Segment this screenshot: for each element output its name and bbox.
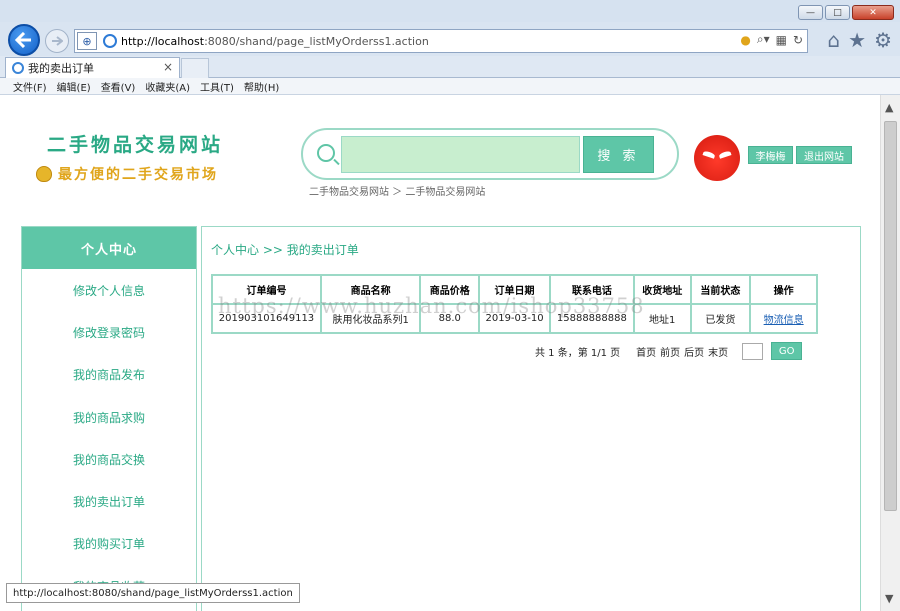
cell-address: 地址1	[632, 303, 692, 334]
sidebar-item-edit-profile[interactable]: 修改个人信息	[22, 269, 196, 311]
search-icon	[317, 144, 335, 162]
address-bar[interactable]: ⊕ http://localhost:8080/shand/page_listM…	[74, 29, 808, 53]
minimize-button[interactable]: —	[798, 5, 823, 20]
pager-last[interactable]: 末页	[708, 344, 728, 359]
pager-prev[interactable]: 前页	[660, 344, 680, 359]
menu-favorites[interactable]: 收藏夹(A)	[145, 79, 190, 94]
refresh-icon[interactable]: ↻	[793, 33, 803, 47]
header-breadcrumb: 二手物品交易网站 ＞ 二手物品交易网站	[309, 187, 486, 198]
column-header: 操作	[749, 274, 818, 305]
gear-icon[interactable]: ⚙	[874, 28, 892, 52]
home-icon[interactable]: ⌂	[827, 28, 840, 52]
cell-action: 物流信息	[749, 303, 818, 334]
arrow-left-icon	[15, 32, 31, 48]
scroll-thumb[interactable]	[884, 121, 897, 511]
scroll-down-icon[interactable]: ▼	[885, 592, 893, 605]
pager-summary: 共 1 条，第 1/1 页	[535, 347, 621, 359]
sidebar-item-change-password[interactable]: 修改登录密码	[22, 311, 196, 353]
tab-close-icon[interactable]: ×	[163, 60, 173, 74]
logout-button[interactable]: 退出网站	[796, 146, 852, 164]
vertical-scrollbar[interactable]: ▲ ▼	[880, 95, 900, 611]
ie-page-icon	[103, 34, 117, 48]
search-dropdown-icon[interactable]: ⌕▾	[757, 32, 770, 47]
search-input[interactable]	[341, 136, 580, 173]
favorites-star-icon[interactable]: ★	[848, 28, 866, 52]
go-button[interactable]: GO	[771, 342, 803, 360]
browser-icons: ⌂ ★ ⚙	[827, 28, 892, 52]
sidebar-item-my-listings[interactable]: 我的商品发布	[22, 354, 196, 396]
url-path: :8080/shand/page_listMyOrderss1.action	[204, 34, 429, 48]
sidebar-title: 个人中心	[22, 227, 196, 269]
table-header-row: 订单编号 商品名称 商品价格 订单日期 联系电话 收货地址 当前状态 操作	[211, 274, 818, 305]
navigation-bar: ⊕ http://localhost:8080/shand/page_listM…	[0, 22, 900, 56]
address-text[interactable]: http://localhost:8080/shand/page_listMyO…	[121, 35, 429, 48]
table-row: 201903101649113 肤用化妆品系列1 88.0 2019-03-10…	[211, 303, 818, 334]
sidebar: 个人中心 修改个人信息 修改登录密码 我的商品发布 我的商品求购 我的商品交换 …	[21, 226, 197, 611]
cell-order-id: 201903101649113	[211, 303, 322, 334]
new-tab-button[interactable]	[181, 58, 209, 78]
menu-bar: 文件(F) 编辑(E) 查看(V) 收藏夹(A) 工具(T) 帮助(H)	[0, 78, 900, 95]
main-panel: 个人中心 >> 我的卖出订单 订单编号 商品名称 商品价格 订单日期 联系电话 …	[201, 226, 861, 611]
security-icon[interactable]: ▦	[776, 33, 787, 47]
avatar[interactable]	[694, 135, 740, 181]
compatibility-view-icon[interactable]: ⊕	[77, 32, 97, 50]
site-slogan: 最方便的二手交易市场	[36, 164, 218, 184]
menu-file[interactable]: 文件(F)	[13, 79, 47, 94]
status-url: http://localhost:8080/shand/page_listMyO…	[6, 583, 300, 603]
menu-view[interactable]: 查看(V)	[101, 79, 136, 94]
menu-edit[interactable]: 编辑(E)	[57, 79, 91, 94]
sidebar-item-bought-orders[interactable]: 我的购买订单	[22, 523, 196, 565]
tab-title: 我的卖出订单	[28, 62, 94, 75]
cell-status: 已发货	[689, 303, 752, 334]
column-header: 收货地址	[632, 274, 692, 305]
compat-icon[interactable]: ●	[740, 33, 750, 47]
cell-order-date: 2019-03-10	[478, 303, 551, 334]
page-breadcrumb: 个人中心 >> 我的卖出订单	[211, 243, 359, 257]
browser-tab[interactable]: 我的卖出订单 ×	[5, 57, 180, 78]
menu-help[interactable]: 帮助(H)	[244, 79, 279, 94]
search-button[interactable]: 搜 索	[583, 136, 654, 173]
column-header: 订单编号	[211, 274, 322, 305]
ie-tab-icon	[12, 62, 24, 74]
sidebar-item-my-exchange[interactable]: 我的商品交换	[22, 438, 196, 480]
tab-bar: 我的卖出订单 ×	[0, 56, 900, 78]
sidebar-item-my-wanted[interactable]: 我的商品求购	[22, 396, 196, 438]
logistics-link[interactable]: 物流信息	[764, 315, 804, 326]
column-header: 订单日期	[478, 274, 551, 305]
window-controls: — □ ✕	[798, 5, 894, 20]
hand-logo-icon	[36, 166, 52, 182]
cell-product-name: 肤用化妆品系列1	[319, 303, 422, 334]
back-button[interactable]	[8, 24, 40, 56]
cell-phone: 15888888888	[548, 303, 635, 334]
close-window-button[interactable]: ✕	[852, 5, 894, 20]
page-number-input[interactable]	[742, 342, 764, 360]
column-header: 商品名称	[319, 274, 422, 305]
orders-table: 订单编号 商品名称 商品价格 订单日期 联系电话 收货地址 当前状态 操作 20…	[211, 274, 818, 334]
page-viewport: 二手物品交易网站 最方便的二手交易市场 搜 索 二手物品交易网站 ＞ 二手物品交…	[0, 95, 880, 611]
pagination: 共 1 条，第 1/1 页 首页 前页 后页 末页 GO	[535, 342, 803, 360]
window-title-bar: — □ ✕	[0, 0, 900, 22]
column-header: 联系电话	[548, 274, 635, 305]
slogan-text: 最方便的二手交易市场	[58, 167, 218, 183]
arrow-right-icon	[52, 36, 63, 46]
sidebar-item-sold-orders[interactable]: 我的卖出订单	[22, 480, 196, 522]
scroll-up-icon[interactable]: ▲	[885, 101, 893, 114]
user-name-button[interactable]: 李梅梅	[748, 146, 793, 164]
site-title: 二手物品交易网站	[47, 134, 224, 156]
url-host: http://localhost	[121, 34, 205, 48]
menu-tools[interactable]: 工具(T)	[200, 79, 234, 94]
address-tools: ● ⌕▾ ▦ ↻	[740, 32, 803, 47]
forward-button[interactable]	[45, 29, 69, 53]
column-header: 商品价格	[419, 274, 481, 305]
column-header: 当前状态	[689, 274, 752, 305]
search-box: 搜 索	[301, 128, 679, 180]
maximize-button[interactable]: □	[825, 5, 850, 20]
cell-price: 88.0	[419, 303, 481, 334]
pager-first[interactable]: 首页	[636, 344, 656, 359]
pager-next[interactable]: 后页	[684, 344, 704, 359]
